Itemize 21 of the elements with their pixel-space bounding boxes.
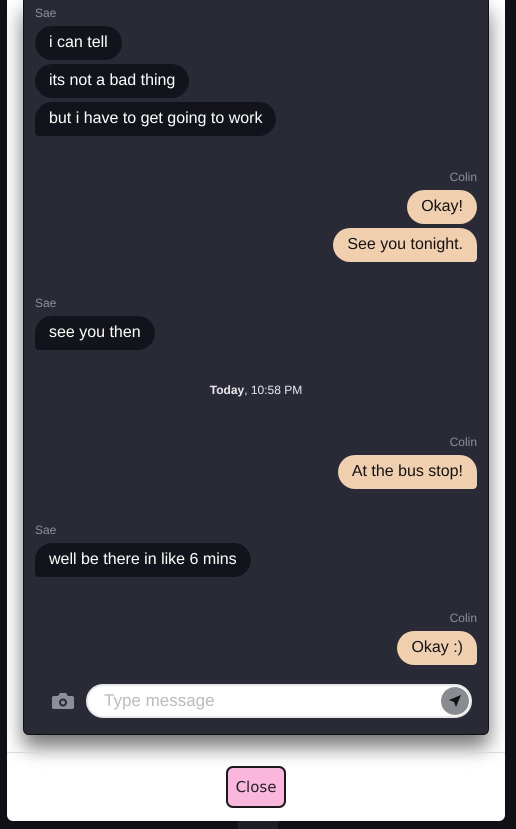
sender-name: Colin [450, 170, 477, 184]
close-button[interactable]: Close [226, 766, 286, 808]
message-bubble: see you then [35, 316, 155, 350]
sender-name: Colin [450, 611, 477, 625]
message-bubble: See you tonight. [333, 228, 477, 262]
message-bubble: Okay :) [397, 631, 477, 665]
send-icon [448, 694, 462, 708]
message-bubble: well be there in like 6 mins [35, 543, 251, 577]
message-bubble: Okay! [407, 190, 477, 224]
message-bubble: i can tell [35, 26, 122, 60]
sender-name: Colin [450, 435, 477, 449]
message-bubble: At the bus stop! [338, 455, 477, 489]
sender-name: Sae [35, 523, 56, 537]
sender-name: Sae [35, 6, 56, 20]
message-bubble: but i have to get going to work [35, 102, 276, 136]
sender-name: Sae [35, 296, 56, 310]
message-bubble: its not a bad thing [35, 64, 190, 98]
message-field[interactable]: Type message [86, 684, 472, 718]
timestamp: Today, 10:58 PM [210, 383, 302, 397]
camera-icon[interactable] [52, 692, 74, 710]
handle-bar [238, 821, 278, 829]
